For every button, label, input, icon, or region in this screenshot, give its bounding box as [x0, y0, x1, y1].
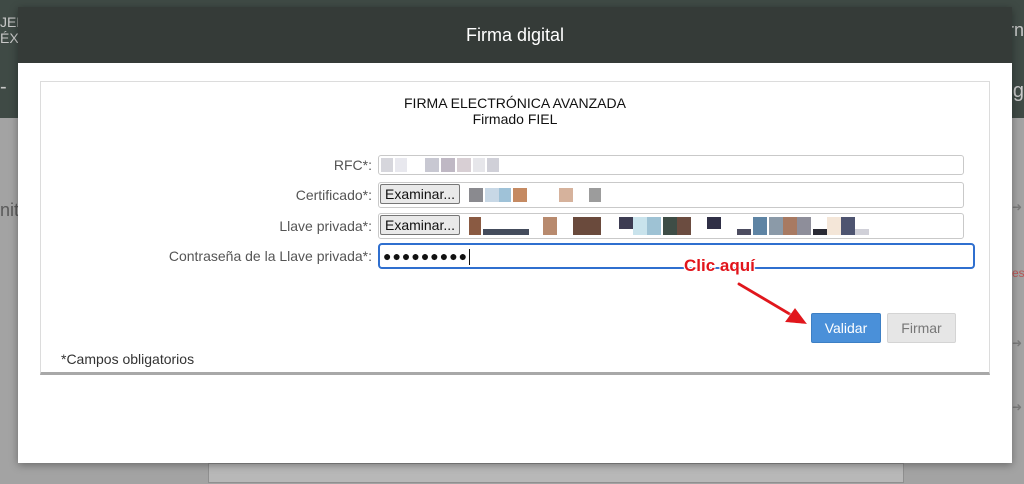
redacted-filename [469, 188, 483, 202]
rfc-label: RFC*: [333, 157, 372, 173]
redacted-filename [855, 229, 869, 235]
redacted-value [457, 158, 471, 172]
chevron-right-icon: ➜ [1012, 200, 1023, 214]
redacted-filename [841, 217, 855, 235]
redacted-value [487, 158, 499, 172]
chevron-right-icon: ➜ [1012, 336, 1023, 350]
redacted-filename [619, 217, 633, 229]
redacted-filename [769, 217, 783, 235]
contrasena-input[interactable]: ●●●●●●●●● [378, 243, 975, 269]
background-field [208, 463, 904, 483]
fiel-panel: FIRMA ELECTRÓNICA AVANZADA Firmado FIEL … [40, 81, 990, 375]
redacted-filename [513, 188, 527, 202]
redacted-filename [589, 188, 601, 202]
llave-privada-label: Llave privada*: [279, 218, 372, 234]
panel-subtitle: Firmado FIEL [472, 111, 558, 127]
redacted-value [473, 158, 485, 172]
redacted-filename [827, 217, 841, 235]
redacted-filename [483, 229, 529, 235]
redacted-filename [737, 229, 751, 235]
firma-digital-modal: Firma digital FIRMA ELECTRÓNICA AVANZADA… [18, 7, 1012, 463]
redacted-filename [677, 217, 691, 235]
certificado-label: Certificado*: [295, 187, 372, 203]
contrasena-label: Contraseña de la Llave privada*: [168, 248, 372, 264]
redacted-filename [663, 217, 677, 235]
redacted-filename [469, 217, 481, 235]
redacted-filename [647, 217, 661, 235]
modal-title: Firma digital [465, 24, 565, 45]
background-left-dash: - [0, 76, 7, 98]
rfc-input[interactable] [378, 155, 964, 175]
password-mask: ●●●●●●●●● [383, 248, 469, 264]
redacted-filename [559, 188, 573, 202]
certificado-file-input[interactable]: Examinar... [378, 182, 964, 208]
chevron-right-icon: ➜ [1012, 400, 1023, 414]
text-cursor [469, 249, 471, 266]
redacted-filename [797, 217, 811, 235]
redacted-filename [633, 217, 647, 235]
redacted-filename [573, 217, 601, 235]
certificado-browse-button[interactable]: Examinar... [380, 184, 461, 204]
redacted-value [441, 158, 455, 172]
background-left-word: nit [0, 200, 20, 220]
validar-button[interactable]: Validar [811, 313, 881, 343]
redacted-filename [813, 229, 827, 235]
redacted-value [395, 158, 407, 172]
modal-header: Firma digital [18, 7, 1012, 63]
redacted-value [425, 158, 439, 172]
red-arrow-icon [737, 282, 807, 324]
redacted-filename [543, 217, 557, 235]
background-right-side-text: es [1012, 266, 1024, 280]
redacted-value [381, 158, 393, 172]
llave-privada-browse-button[interactable]: Examinar... [380, 215, 461, 235]
required-fields-note: *Campos obligatorios [61, 351, 195, 367]
redacted-filename [499, 188, 511, 202]
redacted-filename [707, 217, 721, 229]
redacted-filename [753, 217, 767, 235]
annotation-text: Clic aquí [684, 256, 755, 275]
redacted-filename [485, 188, 499, 202]
panel-title: FIRMA ELECTRÓNICA AVANZADA [404, 95, 626, 111]
redacted-filename [783, 217, 797, 235]
llave-privada-file-input[interactable]: Examinar... [378, 213, 964, 239]
background-right-letter: g [1012, 80, 1024, 102]
firmar-button[interactable]: Firmar [887, 313, 956, 343]
